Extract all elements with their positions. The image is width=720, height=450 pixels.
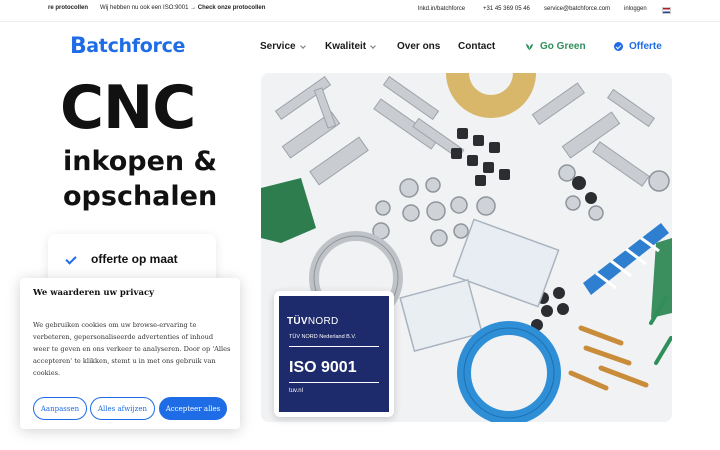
- chevron-down-icon: [299, 42, 306, 49]
- iso-certificate-badge: TÜVNORD TÜV NORD Nederland B.V. ISO 9001…: [274, 291, 394, 417]
- ticker-link[interactable]: Check onze protocollen: [198, 5, 266, 11]
- nav-over-ons[interactable]: Over ons: [397, 41, 440, 52]
- linkedin-link[interactable]: lnkd.in/batchforce: [418, 6, 465, 12]
- top-utility-bar: re protocollen Wij hebben nu ook een ISO:…: [0, 0, 720, 22]
- nav-contact-label: Contact: [458, 41, 496, 52]
- email-link[interactable]: service@batchforce.com: [544, 6, 610, 12]
- login-link[interactable]: inloggen: [624, 6, 647, 12]
- go-green-label: Go Green: [540, 41, 586, 52]
- reject-all-button[interactable]: Alles afwijzen: [90, 397, 155, 420]
- batchforce-logo[interactable]: Batchforce: [70, 32, 185, 60]
- badge-site: tuv.nl: [289, 388, 303, 394]
- checkmark-icon: [65, 253, 77, 265]
- logo-text: atchforce: [86, 35, 186, 57]
- accept-all-button[interactable]: Accepteer alles: [159, 397, 227, 420]
- hero-subtitle-line-2: opschalen: [63, 181, 218, 212]
- customize-button[interactable]: Aanpassen: [33, 397, 87, 420]
- badge-standard: ISO 9001: [289, 359, 357, 376]
- hero-subtitle-line-1: inkopen &: [63, 146, 218, 177]
- hero-subtitle: inkopen & opschalen: [63, 144, 253, 214]
- cookie-title: We waarderen uw privacy: [33, 288, 155, 298]
- badge-brand-rest: NORD: [307, 316, 339, 327]
- logo-initial: B: [70, 33, 87, 59]
- leaf-icon: [525, 43, 534, 51]
- chevron-down-icon: [370, 42, 376, 49]
- hero-title: CNC: [60, 73, 196, 143]
- nav-service-label: Service: [260, 41, 296, 52]
- badge-brand-bold: TÜV: [287, 316, 308, 327]
- badge-company: TÜV NORD Nederland B.V.: [289, 334, 357, 340]
- tuv-nord-logo: TÜVNORD: [287, 316, 339, 327]
- announcement-ticker[interactable]: re protocollen Wij hebben nu ook een ISO:…: [48, 5, 265, 11]
- nav-offerte[interactable]: Offerte: [614, 41, 662, 52]
- ticker-bold-text: re protocollen: [48, 5, 89, 11]
- nl-flag-icon[interactable]: [662, 7, 671, 14]
- phone-link[interactable]: +31 45 369 05 46: [483, 6, 530, 12]
- cookie-consent-dialog: We waarderen uw privacy We gebruiken coo…: [20, 278, 240, 429]
- nav-kwaliteit[interactable]: Kwaliteit: [325, 41, 376, 52]
- badge-divider: [289, 382, 379, 383]
- main-navigation: Batchforce Service Kwaliteit Over ons Co…: [0, 22, 720, 72]
- cookie-body: We gebruiken cookies om uw browse-ervari…: [33, 321, 231, 377]
- offerte-label: Offerte: [629, 41, 662, 52]
- nav-contact[interactable]: Contact: [458, 41, 495, 52]
- nav-over-ons-label: Over ons: [397, 41, 441, 52]
- badge-divider: [289, 346, 379, 347]
- check-circle-icon: [614, 42, 623, 51]
- badge-panel: TÜVNORD TÜV NORD Nederland B.V. ISO 9001…: [279, 296, 389, 412]
- nav-kwaliteit-label: Kwaliteit: [325, 41, 367, 52]
- ticker-text: Wij hebben nu ook een ISO:9001 →: [100, 5, 197, 11]
- nav-service[interactable]: Service: [260, 41, 306, 52]
- nav-go-green[interactable]: Go Green: [525, 41, 586, 52]
- feature-label: offerte op maat: [91, 252, 178, 266]
